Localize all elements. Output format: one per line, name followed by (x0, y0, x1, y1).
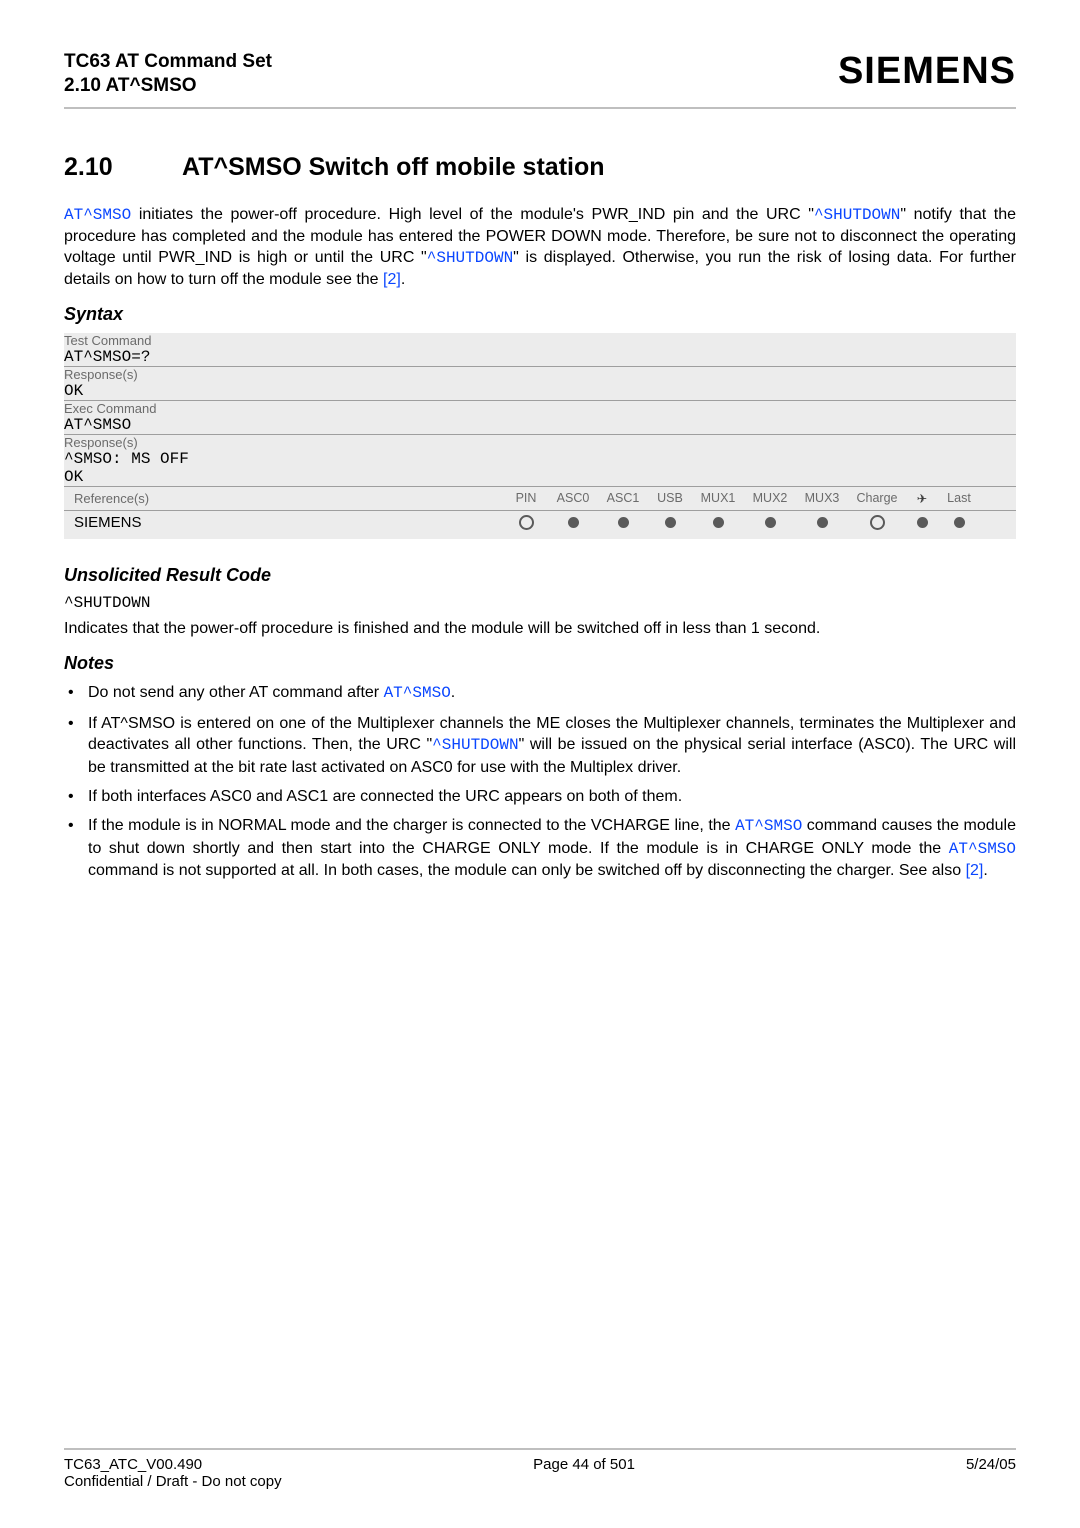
footer-center: Page 44 of 501 (533, 1456, 635, 1473)
note-1: Do not send any other AT command after A… (64, 682, 1016, 704)
link-ref-2-n4[interactable]: [2] (966, 862, 984, 879)
val-mux1 (692, 513, 744, 531)
col-mux1: MUX1 (692, 491, 744, 506)
col-mux3: MUX3 (796, 491, 848, 506)
val-asc0 (548, 513, 598, 531)
link-shutdown-1[interactable]: ^SHUTDOWN (814, 206, 900, 224)
urc-code: ^SHUTDOWN (64, 594, 1016, 612)
page-root: TC63 AT Command Set 2.10 AT^SMSO SIEMENS… (0, 0, 1080, 1528)
val-airplane (906, 513, 938, 531)
link-at-smso-n4b[interactable]: AT^SMSO (949, 840, 1016, 858)
notes-heading: Notes (64, 653, 1016, 674)
test-command-label: Test Command (64, 333, 1016, 348)
footer-row-2: Confidential / Draft - Do not copy (64, 1473, 1016, 1490)
urc-heading: Unsolicited Result Code (64, 565, 1016, 586)
section-number: 2.10 (64, 153, 176, 182)
airplane-icon: ✈ (906, 491, 938, 506)
section-title: AT^SMSO Switch off mobile station (182, 153, 604, 181)
page-footer: TC63_ATC_V00.490 Page 44 of 501 5/24/05 … (64, 1448, 1016, 1490)
footer-right: 5/24/05 (966, 1456, 1016, 1473)
response-label-2: Response(s) (64, 435, 1016, 451)
exec-command-label: Exec Command (64, 401, 1016, 417)
response-1: OK (64, 382, 1016, 401)
col-usb: USB (648, 491, 692, 506)
val-charge (848, 513, 906, 531)
header-rule (64, 107, 1016, 109)
footer-left: TC63_ATC_V00.490 (64, 1456, 202, 1473)
col-asc1: ASC1 (598, 491, 648, 506)
urc-description: Indicates that the power-off procedure i… (64, 618, 1016, 639)
val-last (938, 513, 980, 531)
val-mux2 (744, 513, 796, 531)
val-usb (648, 513, 692, 531)
link-shutdown-n2[interactable]: ^SHUTDOWN (432, 736, 518, 754)
test-command: AT^SMSO=? (64, 348, 1016, 367)
page-header: TC63 AT Command Set 2.10 AT^SMSO SIEMENS (64, 50, 1016, 97)
col-asc0: ASC0 (548, 491, 598, 506)
link-shutdown-2[interactable]: ^SHUTDOWN (427, 249, 513, 267)
reference-data-row: SIEMENS (64, 511, 1016, 539)
footer-row-1: TC63_ATC_V00.490 Page 44 of 501 5/24/05 (64, 1456, 1016, 1473)
note-4: If the module is in NORMAL mode and the … (64, 815, 1016, 881)
siemens-logo: SIEMENS (838, 50, 1016, 93)
note-2: If AT^SMSO is entered on one of the Mult… (64, 713, 1016, 778)
exec-command: AT^SMSO (64, 416, 1016, 435)
link-at-smso-n4a[interactable]: AT^SMSO (735, 817, 802, 835)
col-mux2: MUX2 (744, 491, 796, 506)
syntax-panel: Test Command AT^SMSO=? Response(s) OK Ex… (64, 333, 1016, 539)
reference-columns: PIN ASC0 ASC1 USB MUX1 MUX2 MUX3 Charge … (504, 491, 980, 506)
link-at-smso-n1[interactable]: AT^SMSO (384, 684, 451, 702)
reference-values (504, 513, 980, 531)
response-label-1: Response(s) (64, 367, 1016, 383)
intro-paragraph: AT^SMSO initiates the power-off procedur… (64, 204, 1016, 290)
response-2a: ^SMSO: MS OFF (64, 450, 1016, 468)
note-3: If both interfaces ASC0 and ASC1 are con… (64, 786, 1016, 807)
response-2b: OK (64, 468, 1016, 487)
val-asc1 (598, 513, 648, 531)
col-last: Last (938, 491, 980, 506)
reference-vendor: SIEMENS (74, 514, 504, 531)
references-label: Reference(s) (74, 491, 504, 506)
syntax-heading: Syntax (64, 304, 1016, 325)
footer-rule (64, 1448, 1016, 1450)
val-pin (504, 513, 548, 531)
val-mux3 (796, 513, 848, 531)
header-left: TC63 AT Command Set 2.10 AT^SMSO (64, 50, 272, 97)
doc-subtitle: 2.10 AT^SMSO (64, 75, 272, 97)
section-heading: 2.10 AT^SMSO Switch off mobile station (64, 153, 1016, 182)
doc-title: TC63 AT Command Set (64, 50, 272, 75)
link-at-smso[interactable]: AT^SMSO (64, 206, 131, 224)
reference-header-row: Reference(s) PIN ASC0 ASC1 USB MUX1 MUX2… (64, 487, 1016, 510)
col-pin: PIN (504, 491, 548, 506)
link-ref-2[interactable]: [2] (383, 271, 401, 288)
col-charge: Charge (848, 491, 906, 506)
notes-list: Do not send any other AT command after A… (64, 682, 1016, 882)
